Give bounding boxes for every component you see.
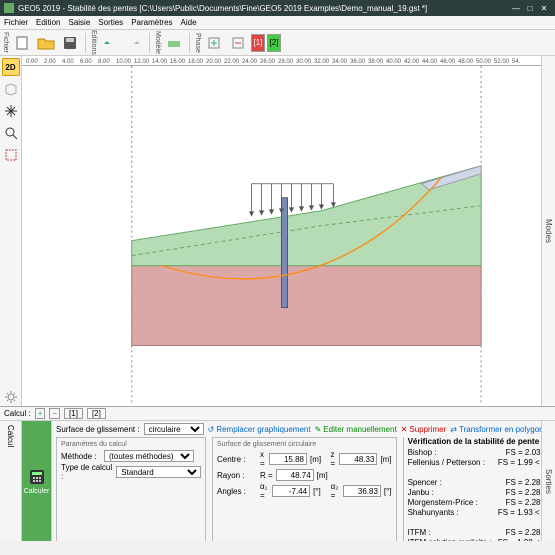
center-x-input[interactable]: [269, 453, 307, 465]
menu-edition[interactable]: Edition: [36, 18, 60, 27]
calc-label: Calcul :: [4, 409, 31, 418]
radius-input[interactable]: [276, 469, 314, 481]
view-3d-button[interactable]: [2, 80, 20, 98]
calcul-vertical-tab[interactable]: Calcul: [6, 421, 15, 451]
calc-type-label: Type de calcul :: [61, 463, 113, 481]
calc-tab-1[interactable]: [1]: [64, 408, 83, 419]
result-row: Morgenstern-Price :FS = 2.28 > 2.00ADMIS…: [408, 498, 541, 508]
menu-bar: Fichier Edition Saisie Sorties Paramètre…: [0, 16, 555, 30]
surface-label: Surface de glissement :: [56, 425, 140, 434]
result-row: Janbu :FS = 2.28 > 2.00ADMISSIBLE: [408, 488, 541, 498]
result-row: ITFM :FS = 2.28 > 2.00ADMISSIBLE: [408, 528, 541, 538]
bottom-panel: Calcul : + − [1] [2] Calcul Calculer Sur…: [0, 406, 555, 541]
menu-sorties[interactable]: Sorties: [98, 18, 123, 27]
results-header: Vérification de la stabilité de pente (t…: [408, 437, 541, 446]
zoom-window-button[interactable]: [2, 146, 20, 164]
open-file-button[interactable]: [35, 32, 57, 54]
calc-add-button[interactable]: +: [35, 408, 46, 419]
calc-panel: Calcul Calculer Surface de glissement : …: [0, 421, 555, 541]
result-row: ITFM solution explicite :FS = 1.98 < 2.0…: [408, 538, 541, 541]
menu-aide[interactable]: Aide: [181, 18, 197, 27]
close-button[interactable]: ✕: [537, 4, 551, 13]
title-bar: GEO5 2019 - Stabilité des pentes [C:\Use…: [0, 0, 555, 16]
surface-toolbar: Surface de glissement : circulaire ↺ Rem…: [56, 423, 541, 435]
phase-add-button[interactable]: [203, 32, 225, 54]
maximize-button[interactable]: □: [523, 4, 537, 13]
transform-polygon-button[interactable]: ⇄ Transformer en polygone: [450, 425, 541, 434]
results-panel: Vérification de la stabilité de pente (t…: [403, 437, 541, 541]
calculator-icon: [28, 468, 46, 486]
modes-tab[interactable]: Modes: [544, 219, 553, 243]
menu-parametres[interactable]: Paramètres: [131, 18, 172, 27]
group-fichier-label: Fichier: [2, 32, 9, 53]
save-file-button[interactable]: [59, 32, 81, 54]
window-title: GEO5 2019 - Stabilité des pentes [C:\Use…: [18, 4, 509, 13]
calc-tabs: Calcul : + − [1] [2]: [0, 407, 555, 421]
calc-type-select[interactable]: Standard: [116, 466, 201, 478]
menu-fichier[interactable]: Fichier: [4, 18, 28, 27]
method-label: Méthode :: [61, 452, 101, 461]
result-row: Bishop :FS = 2.03 > 2.00ADMISSIBLE: [408, 448, 541, 458]
result-row: Spencer :FS = 2.28 > 2.00ADMISSIBLE: [408, 478, 541, 488]
bottom-right-tab-bar[interactable]: Sorties: [541, 421, 555, 541]
calc-tab-2[interactable]: [2]: [87, 408, 106, 419]
sorties-tab[interactable]: Sorties: [544, 469, 553, 494]
panel-left-tabs: Calcul: [0, 421, 22, 541]
group-modele-label: Modèle: [154, 31, 161, 54]
angle1-input[interactable]: [272, 485, 310, 497]
slope-diagram: [22, 66, 541, 405]
left-toolbar: 2D: [0, 56, 22, 406]
main-toolbar: Fichier Editions Modèle Phase [1] [2]: [0, 30, 555, 56]
right-tab-bar[interactable]: Modes: [541, 56, 555, 406]
method-select[interactable]: (toutes méthodes): [104, 450, 194, 462]
group-phase-label: Phase: [194, 33, 201, 53]
settings-button[interactable]: [2, 388, 20, 406]
replace-graphically-button[interactable]: ↺ Remplacer graphiquement: [208, 425, 311, 434]
edit-manually-button[interactable]: ✎ Editer manuellement: [315, 425, 397, 434]
drawing-canvas[interactable]: 0.002.004.006.008.0010.0012.0014.0016.00…: [22, 56, 541, 406]
phase-1-button[interactable]: [1]: [251, 34, 265, 52]
surface-type-select[interactable]: circulaire: [144, 423, 204, 435]
result-row: Fellenius / Petterson :FS = 1.99 < 2.00N…: [408, 458, 541, 478]
delete-button[interactable]: ✕ Supprimer: [401, 425, 447, 434]
model-button[interactable]: [163, 32, 185, 54]
new-file-button[interactable]: [11, 32, 33, 54]
phase-2-button[interactable]: [2]: [267, 34, 281, 52]
undo-button[interactable]: [99, 32, 121, 54]
minimize-button[interactable]: —: [509, 4, 523, 13]
circle-fieldset: Surface de glissement circulaire Centre …: [212, 437, 397, 541]
menu-saisie[interactable]: Saisie: [68, 18, 90, 27]
phase-remove-button[interactable]: [227, 32, 249, 54]
calculate-button[interactable]: Calculer: [22, 421, 52, 541]
main-area: 2D 0.002.004.006.008.0010.0012.0014.0016…: [0, 56, 555, 406]
zoom-button[interactable]: [2, 124, 20, 142]
group-editions-label: Editions: [90, 30, 97, 55]
result-row: Shahunyants :FS = 1.93 < 2.00NON ADMISSI…: [408, 508, 541, 528]
view-2d-button[interactable]: 2D: [2, 58, 20, 76]
angle2-input[interactable]: [343, 485, 381, 497]
redo-button[interactable]: [123, 32, 145, 54]
app-icon: [4, 3, 14, 13]
horizontal-ruler: 0.002.004.006.008.0010.0012.0014.0016.00…: [22, 56, 541, 66]
calc-params-fieldset: Paramètres du calcul Méthode : (toutes m…: [56, 437, 206, 541]
pan-button[interactable]: [2, 102, 20, 120]
calc-remove-button[interactable]: −: [49, 408, 60, 419]
center-z-input[interactable]: [339, 453, 377, 465]
